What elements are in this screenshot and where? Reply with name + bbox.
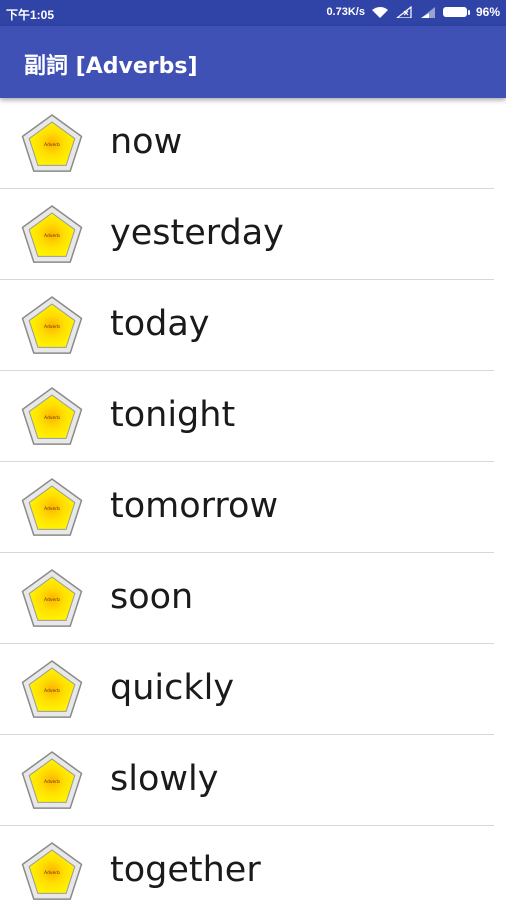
icon-label: Adverb	[44, 779, 60, 785]
list-item[interactable]: Adverb slowly	[0, 735, 494, 826]
page-title: 副詞 [Adverbs]	[24, 54, 198, 79]
adverb-pentagon-icon: Adverb	[21, 842, 83, 900]
icon-label: Adverb	[44, 324, 60, 330]
list-item[interactable]: Adverb today	[0, 280, 494, 371]
list-item-word: yesterday	[110, 213, 284, 253]
battery-icon	[442, 7, 470, 17]
icon-label: Adverb	[44, 142, 60, 148]
list-item-word: tomorrow	[110, 486, 279, 526]
adverb-pentagon-icon: Adverb	[21, 569, 83, 627]
list-item[interactable]: Adverb tonight	[0, 371, 494, 462]
list-item[interactable]: Adverb soon	[0, 553, 494, 644]
adverb-pentagon-icon: Adverb	[21, 114, 83, 172]
battery-percent: 96%	[475, 5, 500, 19]
list-item[interactable]: Adverb quickly	[0, 644, 494, 735]
list-item-word: slowly	[110, 759, 219, 799]
network-speed: 0.73K/s	[326, 6, 365, 18]
list-item-word: soon	[110, 577, 194, 617]
icon-label: Adverb	[44, 233, 60, 239]
word-list: Adverb now Adverb yesterday Adverb today Adver…	[0, 98, 506, 916]
adverb-pentagon-icon: Adverb	[21, 296, 83, 354]
status-time: 下午1:05	[6, 8, 55, 22]
list-item[interactable]: Adverb yesterday	[0, 189, 494, 280]
status-right-group: 0.73K/s 96%	[326, 5, 500, 19]
adverb-pentagon-icon: Adverb	[21, 387, 83, 445]
app-bar: 副詞 [Adverbs]	[0, 26, 506, 98]
list-item-word: quickly	[110, 668, 235, 708]
list-item-word: together	[110, 850, 261, 890]
adverb-pentagon-icon: Adverb	[21, 478, 83, 536]
list-item-word: today	[110, 304, 210, 344]
adverb-pentagon-icon: Adverb	[21, 205, 83, 263]
wifi-icon	[371, 7, 388, 18]
status-bar: 下午1:05 0.73K/s 96%	[0, 0, 506, 26]
list-item[interactable]: Adverb now	[0, 98, 494, 189]
adverb-pentagon-icon: Adverb	[21, 660, 83, 718]
icon-label: Adverb	[44, 870, 60, 876]
icon-label: Adverb	[44, 415, 60, 421]
list-item[interactable]: Adverb tomorrow	[0, 462, 494, 553]
cell-signal-icon	[420, 7, 435, 18]
icon-label: Adverb	[44, 506, 60, 512]
list-item-word: now	[110, 122, 183, 162]
icon-label: Adverb	[44, 597, 60, 603]
list-item[interactable]: Adverb together	[0, 826, 494, 916]
list-item-word: tonight	[110, 395, 236, 435]
no-sim-signal-icon	[395, 6, 412, 18]
icon-label: Adverb	[44, 688, 60, 694]
adverb-pentagon-icon: Adverb	[21, 751, 83, 809]
